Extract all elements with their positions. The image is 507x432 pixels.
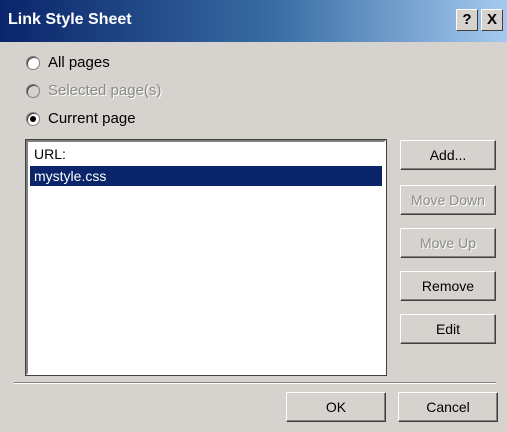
radio-button[interactable] (26, 55, 40, 70)
radio-selected-pages: Selected page(s) (26, 82, 161, 99)
radio-all-pages-label: All pages (48, 54, 110, 71)
url-list-header: URL: (34, 146, 66, 162)
close-button[interactable]: X (481, 9, 503, 31)
move-down-button: Move Down (400, 185, 496, 215)
move-up-button: Move Up (400, 228, 496, 258)
help-button[interactable]: ? (456, 9, 478, 31)
close-icon: X (486, 11, 497, 28)
edit-button[interactable]: Edit (400, 314, 496, 344)
radio-current-page-label: Current page (48, 110, 136, 127)
window-title: Link Style Sheet (8, 11, 132, 28)
add-button[interactable]: Add... (400, 140, 496, 170)
radio-selected-pages-label: Selected page(s) (48, 82, 162, 99)
help-icon: ? (462, 11, 472, 28)
remove-button[interactable]: Remove (400, 271, 496, 301)
title-bar[interactable]: Link Style Sheet ? X (0, 0, 507, 42)
radio-button[interactable] (26, 111, 40, 126)
radio-button (26, 83, 40, 98)
radio-all-pages[interactable]: All pages (26, 54, 110, 71)
footer-separator (14, 382, 496, 384)
cancel-button[interactable]: Cancel (398, 392, 498, 422)
list-item[interactable]: mystyle.css (30, 166, 382, 186)
url-listbox[interactable]: URL: mystyle.css (25, 139, 387, 376)
radio-current-page[interactable]: Current page (26, 110, 136, 127)
ok-button[interactable]: OK (286, 392, 386, 422)
